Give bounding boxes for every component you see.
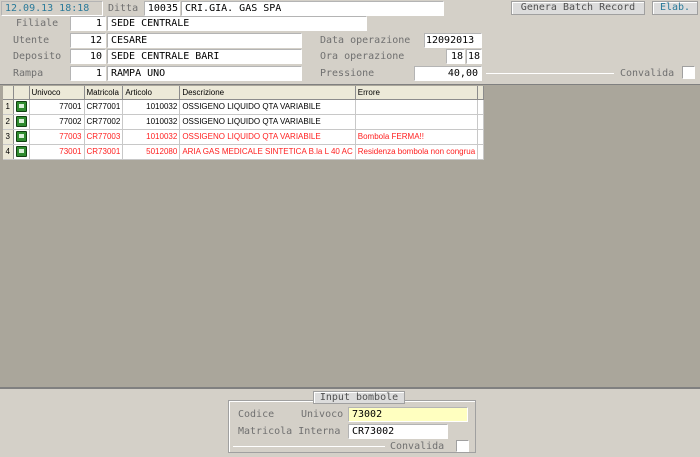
pressione-field[interactable]: 40,00 (414, 66, 482, 81)
input-bombole-title: Input bombole (313, 391, 405, 404)
cell-errore[interactable] (355, 99, 479, 115)
filiale-name-field[interactable]: SEDE CENTRALE (107, 16, 367, 31)
cell-matricola[interactable]: CR73001 (84, 144, 124, 160)
bombole-grid: Univoco Matricola Articolo Descrizione E… (0, 84, 700, 387)
header-icon (13, 86, 30, 100)
cell-articolo[interactable]: 1010032 (122, 114, 181, 130)
header-filler (477, 86, 485, 100)
genera-batch-record-button[interactable]: Genera Batch Record (511, 1, 645, 15)
row-status[interactable] (13, 99, 30, 115)
cell-matricola[interactable]: CR77003 (84, 129, 124, 145)
header-matricola[interactable]: Matricola (84, 86, 124, 100)
row-status[interactable] (13, 129, 30, 145)
table-row[interactable]: 3 77003 CR77003 1010032 OSSIGENO LIQUIDO QTA… (3, 129, 485, 145)
header-univoco[interactable]: Univoco (29, 86, 85, 100)
filiale-label: Filiale (16, 18, 59, 29)
input-convalida-separator (233, 446, 385, 447)
codice-label: Codice (238, 409, 275, 420)
cylinder-icon (15, 116, 27, 127)
cell-filler (477, 129, 485, 145)
ditta-label: Ditta (108, 3, 139, 14)
cell-errore[interactable]: Residenza bombola non congrua (355, 144, 479, 160)
cell-descrizione[interactable]: OSSIGENO LIQUIDO QTA VARIABILE (179, 114, 356, 130)
table-header-row: Univoco Matricola Articolo Descrizione E… (3, 86, 485, 100)
row-number[interactable]: 1 (3, 99, 14, 115)
utente-name-field[interactable]: CESARE (107, 33, 302, 48)
input-convalida-checkbox[interactable] (456, 440, 469, 452)
ora-operazione-label: Ora operazione (320, 51, 405, 62)
datetime-display: 12.09.13 18:18 (1, 1, 103, 16)
cylinder-icon (15, 146, 27, 157)
cell-filler (477, 114, 485, 130)
matricola-interna-label: Matricola Interna (238, 426, 341, 437)
header-descrizione[interactable]: Descrizione (179, 86, 356, 100)
cylinder-icon (15, 131, 27, 142)
ora-hh-field[interactable]: 18 (446, 49, 465, 64)
cell-univoco[interactable]: 77001 (29, 99, 85, 115)
univoco-input[interactable]: 73002 (348, 407, 468, 422)
cell-descrizione[interactable]: ARIA GAS MEDICALE SINTETICA B.la L 40 AC (179, 144, 356, 160)
cell-articolo[interactable]: 1010032 (122, 99, 181, 115)
table-row[interactable]: 4 73001 CR73001 5012080 ARIA GAS MEDICALE SI… (3, 144, 485, 160)
cell-filler (477, 144, 485, 160)
header-articolo[interactable]: Articolo (122, 86, 181, 100)
cell-articolo[interactable]: 1010032 (122, 129, 181, 145)
deposito-label: Deposito (13, 51, 62, 62)
univoco-label: Univoco (301, 409, 344, 420)
matricola-interna-input[interactable]: CR73002 (348, 424, 448, 439)
row-number[interactable]: 2 (3, 114, 14, 130)
cell-descrizione[interactable]: OSSIGENO LIQUIDO QTA VARIABILE (179, 99, 356, 115)
rampa-code-field[interactable]: 1 (70, 66, 106, 81)
cell-matricola[interactable]: CR77001 (84, 99, 124, 115)
table-row[interactable]: 2 77002 CR77002 1010032 OSSIGENO LIQUIDO QTA… (3, 114, 485, 130)
convalida-checkbox[interactable] (682, 66, 695, 79)
convalida-separator (486, 73, 614, 74)
data-operazione-label: Data operazione (320, 35, 411, 46)
cell-filler (477, 99, 485, 115)
row-status[interactable] (13, 114, 30, 130)
cell-articolo[interactable]: 5012080 (122, 144, 181, 160)
cell-matricola[interactable]: CR77002 (84, 114, 124, 130)
utente-code-field[interactable]: 12 (70, 33, 106, 48)
ditta-name-field[interactable]: CRI.GIA. GAS SPA (181, 1, 444, 16)
cylinder-icon (15, 101, 27, 112)
ora-mm-field[interactable]: 18 (466, 49, 482, 64)
bombole-table: Univoco Matricola Articolo Descrizione E… (3, 86, 485, 160)
filiale-code-field[interactable]: 1 (70, 16, 106, 31)
data-operazione-field[interactable]: 12092013 (424, 33, 482, 48)
cell-univoco[interactable]: 77003 (29, 129, 85, 145)
header-errore[interactable]: Errore (355, 86, 479, 100)
table-row[interactable]: 1 77001 CR77001 1010032 OSSIGENO LIQUIDO QTA… (3, 99, 485, 115)
rampa-name-field[interactable]: RAMPA UNO (107, 66, 302, 81)
input-panel: Input bombole Codice Univoco 73002 Matri… (0, 387, 700, 457)
deposito-name-field[interactable]: SEDE CENTRALE BARI (107, 49, 302, 64)
elab-button[interactable]: Elab. (652, 1, 698, 15)
cell-descrizione[interactable]: OSSIGENO LIQUIDO QTA VARIABILE (179, 129, 356, 145)
cell-errore[interactable] (355, 114, 479, 130)
cell-univoco[interactable]: 77002 (29, 114, 85, 130)
row-number[interactable]: 3 (3, 129, 14, 145)
cell-univoco[interactable]: 73001 (29, 144, 85, 160)
utente-label: Utente (13, 35, 50, 46)
header-rownum (3, 86, 14, 100)
input-convalida-label: Convalida (390, 441, 445, 452)
ditta-code-field[interactable]: 10035 (144, 1, 180, 16)
row-status[interactable] (13, 144, 30, 160)
rampa-label: Rampa (13, 68, 44, 79)
pressione-label: Pressione (320, 68, 375, 79)
row-number[interactable]: 4 (3, 144, 14, 160)
cell-errore[interactable]: Bombola FERMA!! (355, 129, 479, 145)
deposito-code-field[interactable]: 10 (70, 49, 106, 64)
convalida-label: Convalida (620, 68, 675, 79)
